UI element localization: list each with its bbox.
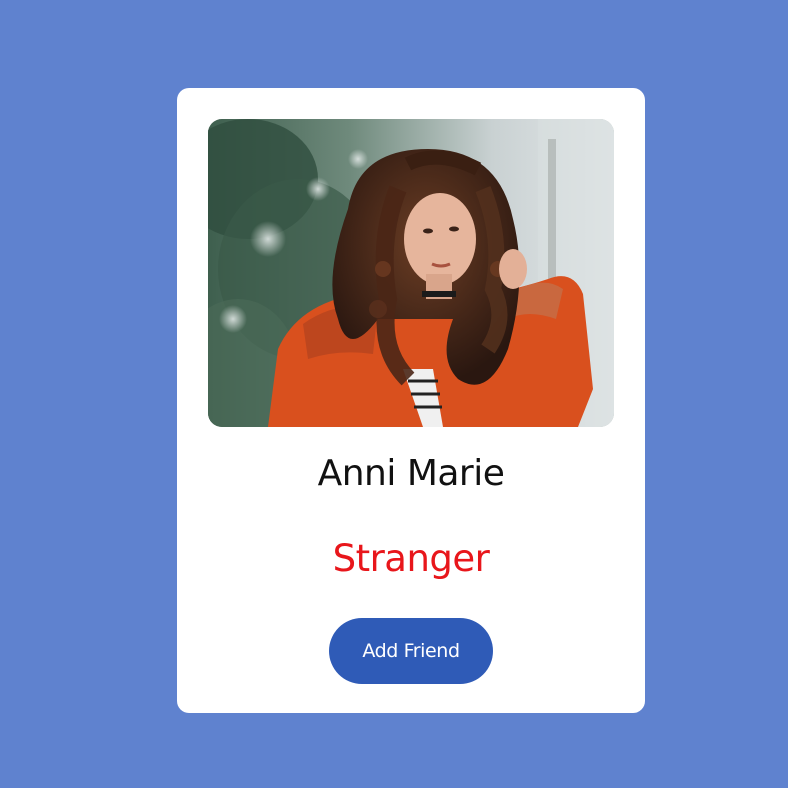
friend-status: Stranger bbox=[332, 537, 490, 580]
add-friend-button[interactable]: Add Friend bbox=[329, 618, 493, 684]
profile-name: Anni Marie bbox=[317, 453, 505, 494]
profile-card: Anni Marie Stranger Add Friend bbox=[177, 88, 645, 713]
profile-photo bbox=[208, 119, 614, 427]
